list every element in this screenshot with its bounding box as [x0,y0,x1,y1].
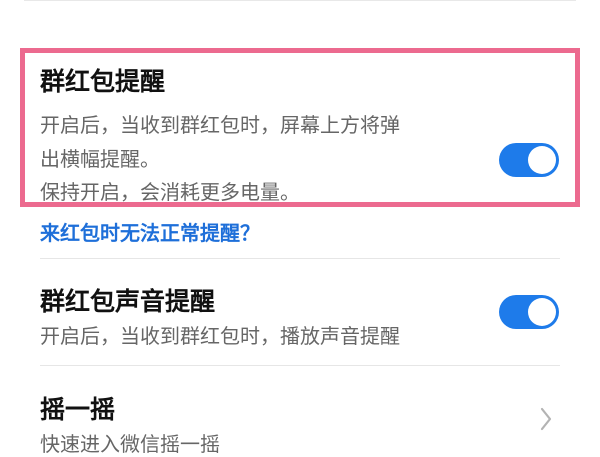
group-red-packet-alert-toggle[interactable] [499,143,559,177]
shake-desc: 快速进入微信摇一摇 [40,432,220,456]
shake-title[interactable]: 摇一摇 [40,390,115,426]
group-red-packet-alert-desc-line1: 开启后，当收到群红包时，屏幕上方将弹 [40,113,400,137]
group-red-packet-alert-desc-line3: 保持开启，会消耗更多电量。 [40,180,300,204]
divider [40,258,560,259]
group-red-packet-alert-desc-line2: 出横幅提醒。 [40,147,160,171]
settings-screen: 群红包提醒 开启后，当收到群红包时，屏幕上方将弹 出横幅提醒。 保持开启，会消耗… [0,0,600,456]
group-red-packet-sound-desc: 开启后，当收到群红包时，播放声音提醒 [40,324,400,348]
toggle-knob [528,298,556,326]
help-link[interactable]: 来红包时无法正常提醒？ [40,217,260,246]
toggle-knob [528,146,556,174]
group-red-packet-sound-title: 群红包声音提醒 [40,287,216,316]
group-red-packet-alert-title: 群红包提醒 [40,67,166,96]
divider [40,365,560,366]
group-red-packet-sound-toggle[interactable] [499,295,559,329]
top-divider [24,0,576,1]
chevron-right-icon[interactable] [540,407,552,431]
